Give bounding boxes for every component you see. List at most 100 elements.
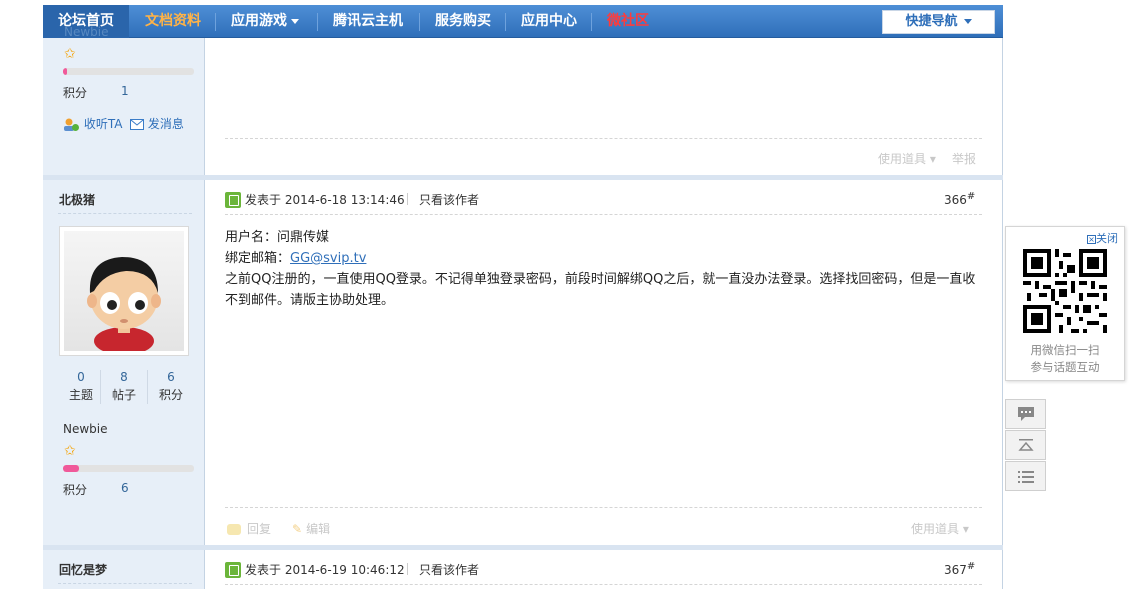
use-tool-link[interactable]: 使用道具 ▾ [878, 150, 936, 167]
author-name[interactable]: 北极猪 [59, 191, 95, 208]
reply-icon [227, 524, 241, 535]
floor-number-value: 367 [944, 563, 967, 577]
level-progress-bar [63, 68, 194, 75]
star-icon: ✩ [64, 443, 76, 459]
avatar[interactable] [59, 226, 189, 356]
post-status-icon [225, 192, 241, 208]
comment-float-button[interactable] [1005, 399, 1046, 429]
stat-threads[interactable]: 0 主题 [59, 368, 103, 403]
top-navbar: 论坛首页 文档资料 应用游戏 腾讯云主机 服务购买 应用中心 微社区 快捷导航 [43, 5, 1003, 38]
post-content: 用户名：问鼎传媒 绑定邮箱：GG@svip.tv 之前QQ注册的，一直使用QQ登… [225, 227, 980, 311]
score-label: 积分 [63, 86, 88, 100]
reply-label: 回复 [247, 522, 272, 536]
nav-micro-community[interactable]: 微社区 [595, 5, 661, 38]
qr-close-label: 关闭 [1096, 232, 1118, 245]
stat-credits[interactable]: 6 积分 [149, 368, 193, 403]
follow-icon [64, 118, 79, 131]
post-timestamp: 发表于 2014-6-19 10:46:12 [245, 563, 405, 577]
author-name[interactable]: 回忆是梦 [59, 561, 107, 578]
divider [58, 213, 192, 214]
report-link[interactable]: 举报 [952, 150, 976, 167]
nav-apps-games-label: 应用游戏 [231, 13, 287, 29]
divider [58, 583, 192, 584]
floor-number-value: 366 [944, 193, 967, 207]
back-to-top-icon [1017, 439, 1034, 451]
divider [225, 584, 982, 585]
content-email-prefix: 绑定邮箱： [225, 251, 291, 266]
floor-number[interactable]: 366# [944, 191, 975, 207]
comment-icon [1017, 407, 1034, 421]
meta-divider [407, 563, 408, 575]
only-author-link[interactable]: 只看该作者 [419, 191, 479, 208]
level-progress-bar [63, 465, 194, 472]
mail-icon [130, 119, 144, 130]
quick-nav-label: 快捷导航 [905, 14, 958, 29]
follow-label: 收听TA [83, 117, 123, 131]
level-progress-fill [63, 465, 79, 472]
edit-label: 编辑 [306, 522, 331, 536]
nav-divider [215, 13, 216, 31]
avatar-image [64, 231, 184, 351]
close-icon: × [1087, 234, 1096, 244]
use-tool-label: 使用道具 [911, 522, 960, 536]
nav-divider [505, 13, 506, 31]
nav-divider [317, 13, 318, 31]
stat-divider [147, 370, 148, 404]
qr-code-icon [1023, 249, 1107, 333]
content-username-line: 用户名：问鼎传媒 [225, 230, 330, 245]
meta-divider [407, 193, 408, 205]
divider [225, 214, 982, 215]
post-timestamp: 发表于 2014-6-18 13:14:46 [245, 193, 405, 207]
chevron-down-icon [963, 19, 972, 24]
edit-button[interactable]: ✎ 编辑 [292, 520, 330, 537]
nav-divider [419, 13, 420, 31]
qr-caption-scan: 用微信扫一扫 [1030, 343, 1100, 357]
stat-threads-label: 主题 [68, 388, 93, 402]
send-message-label: 发消息 [147, 117, 184, 131]
stat-posts-value: 8 [120, 370, 128, 384]
reply-button[interactable]: 回复 [227, 520, 271, 537]
score-value: 6 [121, 481, 129, 495]
floor-mark: # [966, 561, 976, 572]
email-link[interactable]: GG@svip.tv [290, 251, 366, 266]
floor-number[interactable]: 367# [944, 561, 975, 577]
stat-credits-value: 6 [167, 370, 175, 384]
only-author-link[interactable]: 只看该作者 [419, 561, 479, 578]
author-stats: 0 主题 8 帖子 6 积分 [59, 368, 189, 408]
send-message-link[interactable]: 发消息 [130, 115, 184, 131]
stat-posts-label: 帖子 [111, 388, 136, 402]
nav-docs[interactable]: 文档资料 [133, 5, 213, 38]
nav-divider [591, 13, 592, 31]
score-label: 积分 [63, 483, 88, 497]
stat-divider [100, 370, 101, 404]
divider [225, 138, 982, 139]
stat-credits-label: 积分 [158, 388, 183, 402]
nav-tencent-cloud[interactable]: 腾讯云主机 [321, 5, 415, 38]
level-progress-fill [63, 68, 67, 75]
list-float-button[interactable] [1005, 461, 1046, 491]
use-tool-label: 使用道具 [878, 152, 927, 166]
post-status-icon [225, 562, 241, 578]
cartoon-boy-avatar [87, 257, 161, 351]
ghost-rank-text: Newbie [64, 25, 109, 39]
score-value: 1 [121, 84, 129, 98]
quick-nav-button[interactable]: 快捷导航 [882, 10, 995, 34]
floor-mark: # [966, 191, 976, 202]
chevron-down-icon [291, 18, 299, 24]
follow-link[interactable]: 收听TA [63, 115, 122, 131]
qr-caption-interact: 参与话题互动 [1030, 360, 1100, 374]
qr-close-button[interactable]: ×关闭 [1087, 230, 1118, 246]
pencil-icon: ✎ [292, 522, 303, 536]
content-email-line: 绑定邮箱：GG@svip.tv [225, 248, 980, 269]
back-to-top-button[interactable] [1005, 430, 1046, 460]
content-body: 之前QQ注册的，一直使用QQ登录。不记得单独登录密码，前段时间解绑QQ之后，就一… [225, 272, 976, 308]
wechat-qr-panel: ×关闭 用微信扫一扫 参与话题互动 [1005, 226, 1125, 381]
nav-app-center[interactable]: 应用中心 [509, 5, 589, 38]
user-rank: Newbie [63, 422, 108, 436]
nav-apps-games[interactable]: 应用游戏 [219, 5, 311, 38]
use-tool-link[interactable]: 使用道具 ▾ [911, 520, 969, 537]
stat-posts[interactable]: 8 帖子 [102, 368, 146, 403]
stat-threads-value: 0 [77, 370, 85, 384]
list-icon [1017, 470, 1034, 483]
nav-service-purchase[interactable]: 服务购买 [423, 5, 503, 38]
